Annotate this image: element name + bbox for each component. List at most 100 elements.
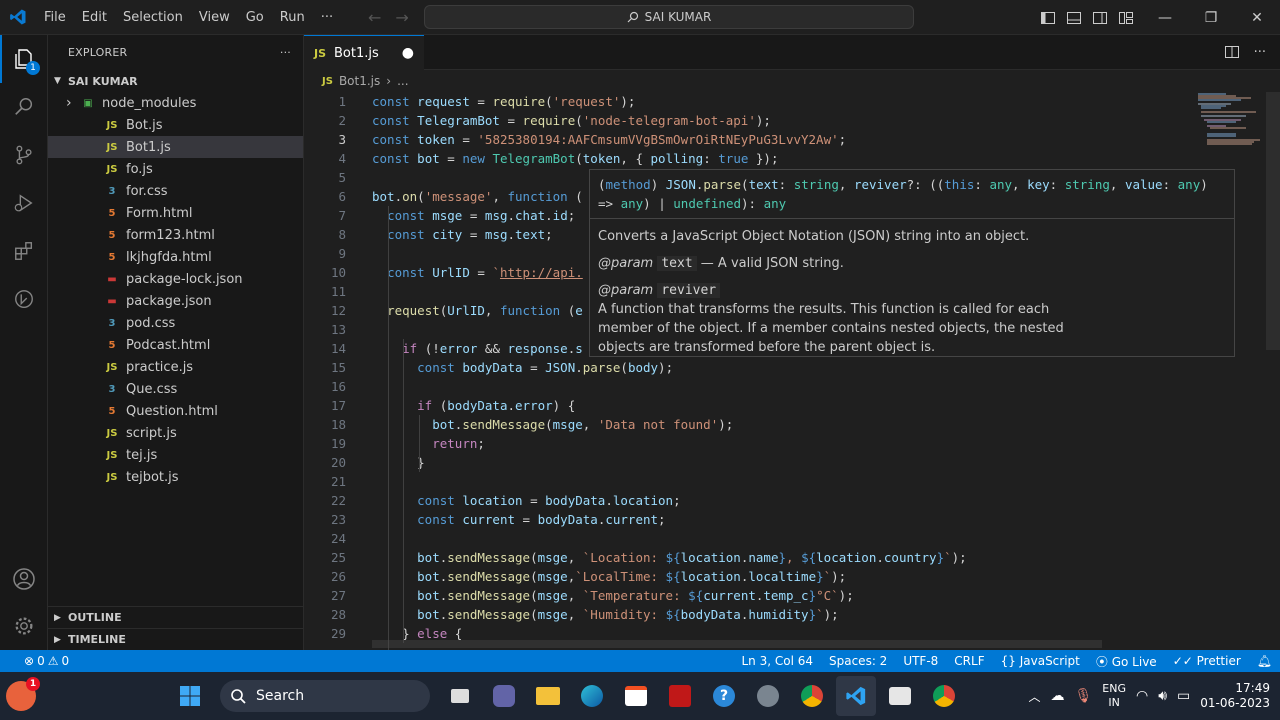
split-editor-icon[interactable]	[1224, 44, 1240, 60]
line-number: 1	[338, 94, 346, 109]
minimize-icon[interactable]: —	[1142, 0, 1188, 35]
problems-indicator[interactable]: ⊗ 0 ⚠ 0	[16, 654, 77, 668]
onedrive-cloud-icon[interactable]: ☁︎	[1050, 688, 1064, 704]
tree-item[interactable]: JS practice.js	[48, 356, 303, 378]
breadcrumb-more[interactable]: ...	[397, 74, 408, 88]
menu-go[interactable]: Go	[238, 0, 272, 35]
prettier-button[interactable]: ✓✓ Prettier	[1165, 654, 1249, 668]
taskbar-search[interactable]: Search	[220, 680, 430, 712]
vscode-taskbar-icon[interactable]	[836, 676, 876, 716]
param-description: A function that transforms the results. …	[598, 302, 1064, 355]
horizontal-scrollbar[interactable]	[372, 640, 1102, 648]
help-icon[interactable]: ?	[704, 676, 744, 716]
menu-run[interactable]: Run	[272, 0, 313, 35]
menu-edit[interactable]: Edit	[74, 0, 115, 35]
menu-view[interactable]: View	[191, 0, 238, 35]
tree-item[interactable]: JS Bot1.js	[48, 136, 303, 158]
chevron-up-icon[interactable]: ︿	[1028, 688, 1040, 705]
code-line: 4 const bot = new TelegramBot(token, { po…	[304, 149, 1204, 168]
tree-item[interactable]: JS script.js	[48, 422, 303, 444]
forward-arrow-icon[interactable]: →	[395, 8, 408, 27]
battery-icon[interactable]: ▭	[1177, 688, 1190, 704]
tree-item-label: tej.js	[126, 447, 158, 463]
timeline-section[interactable]: ▶ TIMELINE	[48, 628, 304, 650]
remote-explorer-icon[interactable]	[0, 275, 48, 323]
volume-icon[interactable]: 🔊︎	[1158, 688, 1167, 704]
tree-item[interactable]: 5 Question.html	[48, 400, 303, 422]
tree-item[interactable]: 5 Podcast.html	[48, 334, 303, 356]
menu-more[interactable]: ···	[313, 0, 341, 35]
manage-gear-icon[interactable]	[0, 602, 48, 650]
tree-item[interactable]: › ▣ node_modules	[48, 92, 303, 114]
run-debug-icon[interactable]	[0, 179, 48, 227]
unsaved-dot-icon[interactable]: ●	[402, 45, 414, 61]
tree-item[interactable]: 5 lkjhgfda.html	[48, 246, 303, 268]
encoding[interactable]: UTF-8	[895, 654, 946, 668]
tree-item[interactable]: 5 Form.html	[48, 202, 303, 224]
tree-item[interactable]: 3 Que.css	[48, 378, 303, 400]
braces-icon: {}	[1000, 654, 1016, 668]
menu-file[interactable]: File	[36, 0, 74, 35]
end-of-line[interactable]: CRLF	[946, 654, 992, 668]
source-control-icon[interactable]	[0, 131, 48, 179]
chat-icon[interactable]	[484, 676, 524, 716]
back-arrow-icon[interactable]: ←	[368, 8, 381, 27]
language-indicator[interactable]: ENG IN	[1102, 682, 1126, 710]
tree-item[interactable]: JS tej.js	[48, 444, 303, 466]
vertical-scrollbar[interactable]	[1266, 92, 1280, 350]
clock-time: 17:49	[1235, 681, 1270, 695]
minimap[interactable]	[1196, 92, 1266, 152]
explorer-more-button[interactable]: ···	[280, 46, 291, 59]
indentation[interactable]: Spaces: 2	[821, 654, 895, 668]
tree-item[interactable]: ▬ package.json	[48, 290, 303, 312]
explorer-icon[interactable]: 1	[0, 35, 48, 83]
command-center-search[interactable]: SAI KUMAR	[424, 5, 914, 29]
toggle-secondary-sidebar-icon[interactable]	[1092, 10, 1108, 26]
toggle-panel-icon[interactable]	[1066, 10, 1082, 26]
camera-app-icon[interactable]	[880, 676, 920, 716]
code-line: 2 const TelegramBot = require('node-teleg…	[304, 111, 1204, 130]
settings-gear-icon[interactable]	[748, 676, 788, 716]
language-mode[interactable]: {} JavaScript	[993, 654, 1088, 668]
workspace-folder-header[interactable]: ▼ SAI KUMAR	[48, 70, 303, 92]
microphone-icon[interactable]: 🎙︎	[1074, 688, 1092, 704]
mcafee-icon[interactable]	[660, 676, 700, 716]
go-live-button[interactable]: ⦿ Go Live	[1088, 653, 1165, 670]
line-number: 3	[338, 132, 346, 147]
chrome-icon[interactable]	[792, 676, 832, 716]
tree-item[interactable]: JS Bot.js	[48, 114, 303, 136]
clock[interactable]: 17:49 01-06-2023	[1200, 681, 1270, 711]
outline-section[interactable]: ▶ OUTLINE	[48, 606, 304, 628]
accounts-icon[interactable]	[0, 555, 48, 603]
chrome-profile-icon[interactable]	[924, 676, 964, 716]
menu-selection[interactable]: Selection	[115, 0, 191, 35]
tree-item-label: lkjhgfda.html	[126, 249, 212, 265]
cursor-position[interactable]: Ln 3, Col 64	[733, 654, 821, 668]
editor-more-icon[interactable]: ···	[1254, 45, 1266, 60]
start-windows-icon[interactable]	[170, 676, 210, 716]
customize-layout-icon[interactable]	[1118, 10, 1134, 26]
restore-icon[interactable]: ❐	[1188, 0, 1234, 35]
tab-bot1-js[interactable]: JS Bot1.js ●	[304, 35, 424, 70]
task-view-icon[interactable]	[440, 676, 480, 716]
tree-item[interactable]: JS fo.js	[48, 158, 303, 180]
search-icon[interactable]	[0, 83, 48, 131]
system-tray: ︿ ☁︎ 🎙︎ ENG IN ◠ 🔊︎ ▭ 17:49 01-06-2023	[1028, 672, 1280, 720]
close-icon[interactable]: ✕	[1234, 0, 1280, 35]
tree-item[interactable]: 3 pod.css	[48, 312, 303, 334]
tree-item[interactable]: 3 for.css	[48, 180, 303, 202]
widgets-icon[interactable]: 1	[6, 677, 40, 711]
extensions-icon[interactable]	[0, 227, 48, 275]
tree-item-label: Bot1.js	[126, 139, 171, 155]
tree-item[interactable]: JS tejbot.js	[48, 466, 303, 488]
toggle-sidebar-icon[interactable]	[1040, 10, 1056, 26]
notifications-bell-icon[interactable]: 🔔︎	[1249, 654, 1280, 668]
tree-item[interactable]: 5 form123.html	[48, 224, 303, 246]
wifi-icon[interactable]: ◠	[1136, 688, 1148, 704]
file-explorer-icon[interactable]	[528, 676, 568, 716]
edge-browser-icon[interactable]	[572, 676, 612, 716]
search-icon	[627, 11, 638, 23]
tree-item[interactable]: ▬ package-lock.json	[48, 268, 303, 290]
breadcrumb-file[interactable]: Bot1.js	[339, 74, 380, 88]
store-icon[interactable]	[616, 676, 656, 716]
